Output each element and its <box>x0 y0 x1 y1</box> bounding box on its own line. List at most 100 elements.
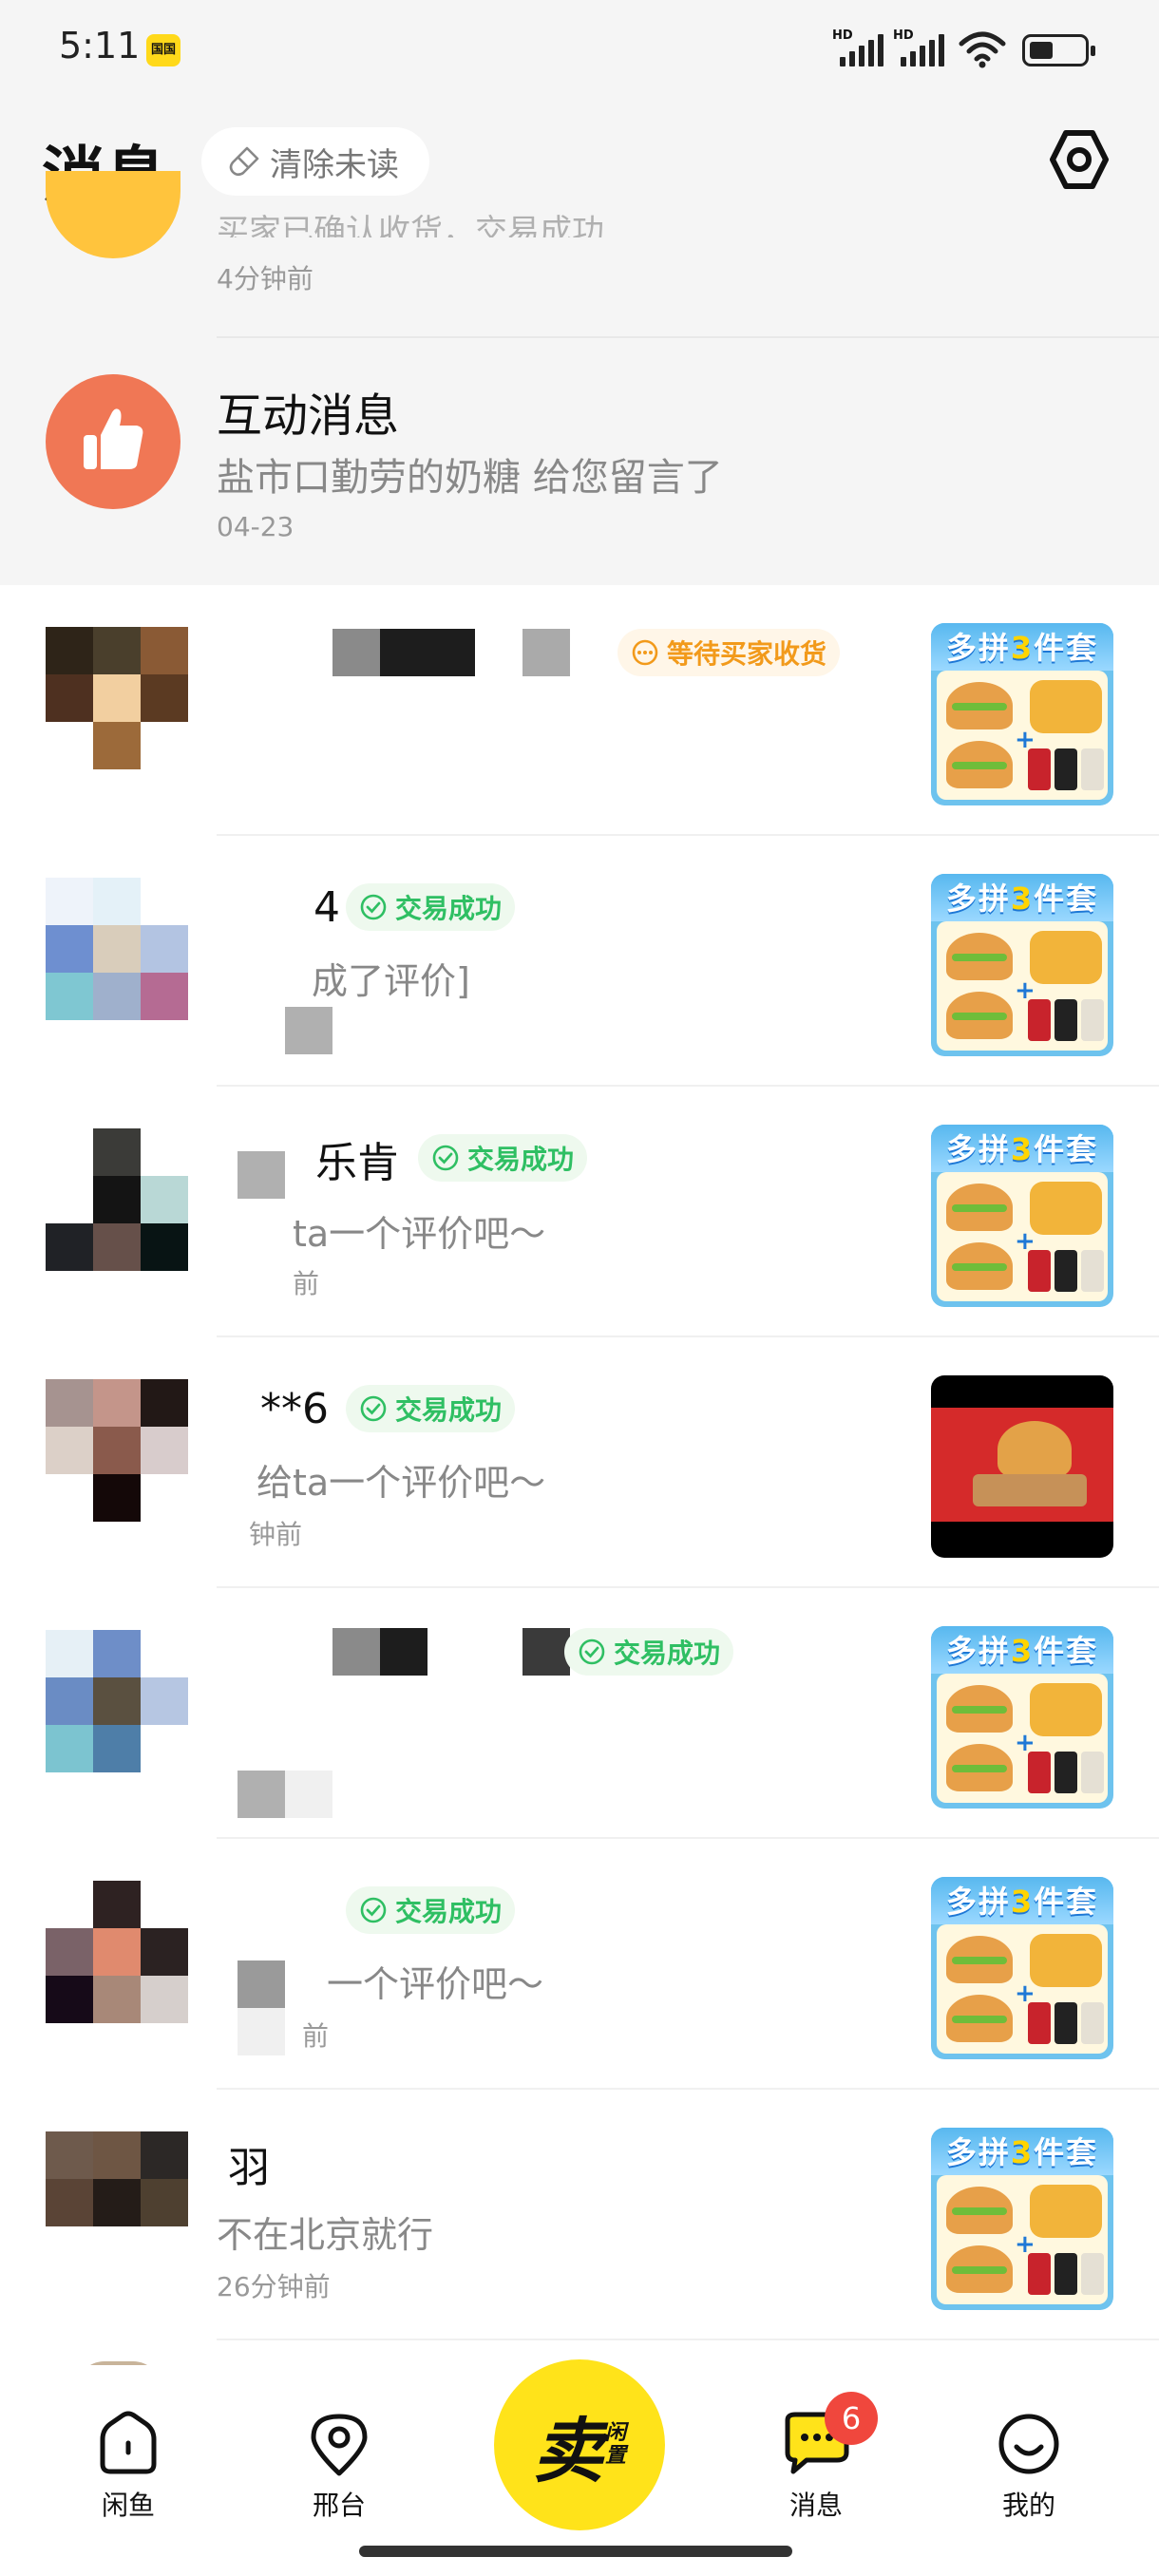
product-banner: 多拼3件套 <box>931 874 1113 921</box>
product-banner: 多拼3件套 <box>931 1877 1113 1924</box>
product-thumbnail[interactable]: 多拼3件套 + <box>931 1877 1113 2059</box>
check-circle-icon <box>579 1638 605 1665</box>
status-badge: 交易成功 <box>418 1134 588 1182</box>
redaction-block <box>332 629 382 676</box>
status-bar: 5:11 国国 HD HD <box>0 0 1159 95</box>
product-thumbnail[interactable]: 多拼3件套 + <box>931 1125 1113 1307</box>
message-preview: 成了评价] <box>312 960 470 1002</box>
product-banner: 多拼3件套 <box>931 623 1113 671</box>
clear-unread-label: 清除未读 <box>270 145 399 184</box>
message-time: 前 <box>302 2020 330 2052</box>
redaction-block <box>238 2008 285 2055</box>
nav-messages-label: 消息 <box>788 2490 843 2521</box>
conversation-row[interactable]: 交易成功 一个评价吧～ 前 多拼3件套 + <box>0 1839 1159 2090</box>
calendar-badge-icon: 国国 <box>146 34 180 66</box>
message-time: 前 <box>293 1268 320 1299</box>
avatar <box>46 1630 188 1772</box>
check-circle-icon <box>432 1145 459 1171</box>
status-badge: 交易成功 <box>346 1385 516 1432</box>
sell-sub-label: 闲置 <box>604 2421 626 2468</box>
conversation-row[interactable]: 乐肯 交易成功 ta一个评价吧～ 前 多拼3件套 + <box>0 1087 1159 1337</box>
signal-icon <box>840 34 884 66</box>
signal-icon-2 <box>901 34 944 66</box>
sell-label: 卖 <box>532 2410 603 2492</box>
redaction-block <box>380 629 475 676</box>
pending-icon <box>632 639 658 666</box>
sell-button[interactable]: 卖 闲置 <box>494 2359 665 2530</box>
message-preview: 一个评价吧～ <box>327 1963 544 2005</box>
conversation-row[interactable]: 等待买家收货 多拼3件套 + <box>0 585 1159 836</box>
redaction-block <box>380 1628 428 1676</box>
interaction-preview: 盐市口勤劳的奶糖 给您留言了 <box>217 456 723 500</box>
avatar <box>46 627 188 769</box>
status-label: 交易成功 <box>614 1638 721 1669</box>
nav-platform-label: 邢台 <box>312 2490 366 2521</box>
product-banner: 多拼3件套 <box>931 1125 1113 1172</box>
status-label: 等待买家收货 <box>667 638 827 670</box>
partial-time: 4分钟前 <box>217 263 314 294</box>
status-badge: 交易成功 <box>346 1886 516 1934</box>
clear-unread-button[interactable]: 清除未读 <box>201 127 429 196</box>
unread-count-badge: 6 <box>825 2392 878 2445</box>
status-badge: 交易成功 <box>346 883 516 931</box>
divider <box>217 336 1159 338</box>
avatar <box>46 1379 188 1522</box>
message-preview: 不在北京就行 <box>217 2214 434 2256</box>
avatar <box>46 1128 188 1271</box>
battery-icon <box>1022 34 1095 66</box>
conversation-row[interactable]: 4 交易成功 成了评价] 多拼3件套 + <box>0 836 1159 1087</box>
redaction-block <box>238 1960 285 2008</box>
contact-name: 羽 <box>228 2144 270 2192</box>
messages-screen: 5:11 国国 HD HD 消息 清除未读 买家已确认收货，交易成功 4分钟前 <box>0 0 1159 2576</box>
redaction-block <box>238 1771 285 1818</box>
message-time: 钟前 <box>249 1519 303 1550</box>
interaction-avatar[interactable] <box>46 374 180 509</box>
status-label: 交易成功 <box>467 1144 575 1175</box>
nav-platform[interactable]: 邢台 <box>287 2411 391 2523</box>
conversation-row[interactable]: 交易成功 多拼3件套 + <box>0 1588 1159 1839</box>
nav-mine[interactable]: 我的 <box>977 2411 1081 2523</box>
avatar <box>46 1881 188 2023</box>
contact-name: 4 <box>314 883 340 932</box>
redaction-block <box>332 1628 380 1676</box>
wifi-icon <box>959 31 1006 68</box>
nav-home-label: 闲鱼 <box>101 2490 155 2521</box>
status-label: 交易成功 <box>395 1896 503 1927</box>
conversation-row[interactable]: **6 交易成功 给ta一个评价吧～ 钟前 <box>0 1337 1159 1588</box>
redaction-block <box>238 1151 285 1199</box>
home-icon <box>100 2411 157 2474</box>
status-time: 5:11 <box>59 25 141 66</box>
interaction-title: 互动消息 <box>217 389 400 443</box>
status-label: 交易成功 <box>395 893 503 924</box>
redaction-block <box>522 1628 570 1676</box>
redaction-block <box>285 1007 332 1054</box>
home-indicator <box>359 2546 792 2557</box>
product-banner: 多拼3件套 <box>931 1626 1113 1674</box>
nav-home[interactable]: 闲鱼 <box>76 2411 180 2523</box>
product-thumbnail[interactable]: 多拼3件套 + <box>931 874 1113 1056</box>
status-label: 交易成功 <box>395 1394 503 1426</box>
product-thumbnail[interactable]: 多拼3件套 + <box>931 2128 1113 2310</box>
redaction-block <box>522 629 570 676</box>
avatar <box>46 878 188 1020</box>
contact-name: 乐肯 <box>315 1139 399 1187</box>
partial-preview: 买家已确认收货，交易成功 <box>217 213 604 237</box>
product-thumbnail[interactable] <box>931 1375 1113 1558</box>
contact-name: **6 <box>260 1385 329 1433</box>
check-circle-icon <box>360 1395 387 1422</box>
settings-icon[interactable] <box>1045 125 1113 194</box>
broom-icon <box>229 146 259 177</box>
product-thumbnail[interactable]: 多拼3件套 + <box>931 623 1113 805</box>
message-preview: ta一个评价吧～ <box>293 1213 546 1255</box>
avatar <box>46 2131 188 2274</box>
conversation-row[interactable]: 羽 不在北京就行 26分钟前 多拼3件套 + <box>0 2090 1159 2340</box>
status-badge: 等待买家收货 <box>618 629 841 676</box>
message-time: 26分钟前 <box>217 2271 331 2302</box>
status-badge: 交易成功 <box>564 1628 734 1676</box>
thumbs-up-icon <box>84 408 143 469</box>
check-circle-icon <box>360 894 387 920</box>
check-circle-icon <box>360 1897 387 1923</box>
product-thumbnail[interactable]: 多拼3件套 + <box>931 1626 1113 1809</box>
nav-mine-label: 我的 <box>1001 2490 1055 2521</box>
location-icon <box>311 2414 368 2476</box>
